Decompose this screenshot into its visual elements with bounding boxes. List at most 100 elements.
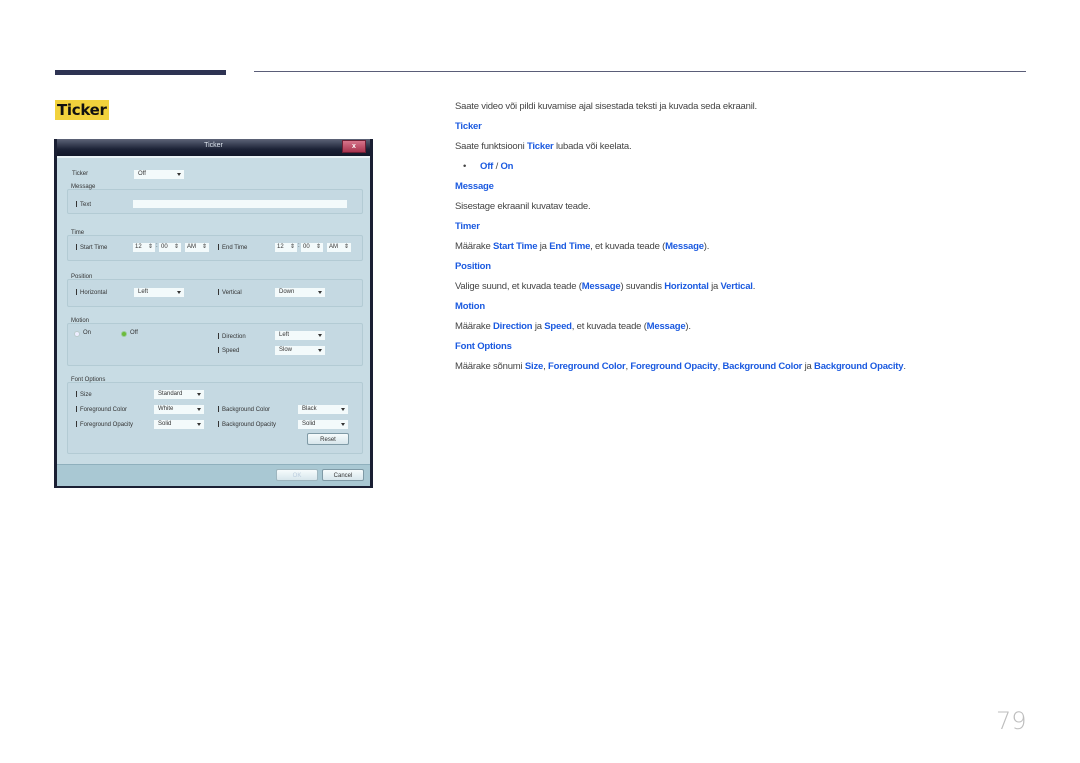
end-minute-spinner[interactable]: 00 ⇕ bbox=[301, 243, 323, 252]
spinner-arrows-icon: ⇕ bbox=[315, 244, 321, 250]
size-select[interactable]: Standard bbox=[154, 390, 204, 399]
end-ampm-spinner[interactable]: AM ⇕ bbox=[327, 243, 351, 252]
chevron-down-icon bbox=[197, 393, 201, 396]
text: Määrake bbox=[455, 241, 494, 252]
ticker-options: Off / On bbox=[480, 161, 513, 172]
heading-ticker: Ticker bbox=[455, 121, 482, 132]
page-number: 79 bbox=[996, 707, 1027, 735]
motion-group-title: Motion bbox=[71, 318, 90, 324]
keyword: Background Color bbox=[722, 361, 803, 372]
keyword: Horizontal bbox=[664, 281, 709, 292]
bg-color-select[interactable]: Black bbox=[298, 405, 348, 414]
end-hour-value: 12 bbox=[277, 244, 284, 250]
text: Saate funktsiooni bbox=[455, 141, 527, 152]
bullet-icon: • bbox=[463, 161, 467, 172]
motion-desc: Määrake Direction ja Speed, et kuvada te… bbox=[455, 321, 691, 332]
spinner-arrows-icon: ⇕ bbox=[173, 244, 179, 250]
text: ). bbox=[703, 241, 710, 252]
dialog-body: Ticker Off Message Text Time Start Time … bbox=[57, 156, 370, 464]
speed-select[interactable]: Slow bbox=[275, 346, 325, 355]
message-group-title: Message bbox=[71, 184, 96, 190]
spinner-arrows-icon: ⇕ bbox=[289, 244, 295, 250]
fg-opacity-label: Foreground Opacity bbox=[76, 421, 133, 428]
keyword: Message bbox=[581, 281, 621, 292]
fg-color-select[interactable]: White bbox=[154, 405, 204, 414]
size-select-value: Standard bbox=[158, 391, 183, 397]
fg-opacity-select[interactable]: Solid bbox=[154, 420, 204, 429]
vertical-select-value: Down bbox=[279, 289, 295, 295]
fg-opacity-select-value: Solid bbox=[158, 421, 172, 427]
keyword: Direction bbox=[493, 321, 533, 332]
speed-label: Speed bbox=[218, 347, 239, 354]
motion-off-radio[interactable] bbox=[121, 331, 127, 337]
start-minute-spinner[interactable]: 00 ⇕ bbox=[159, 243, 181, 252]
text: . bbox=[903, 361, 906, 372]
ticker-label: Ticker bbox=[72, 171, 89, 177]
ok-button[interactable]: OK bbox=[276, 469, 318, 481]
ticker-dialog: Ticker x Ticker Off Message Text Time St… bbox=[54, 139, 373, 488]
time-colon: : bbox=[298, 243, 300, 249]
vertical-select[interactable]: Down bbox=[275, 288, 325, 297]
position-group-title: Position bbox=[71, 274, 93, 280]
start-time-label: Start Time bbox=[76, 244, 107, 251]
bg-opacity-select-value: Solid bbox=[302, 421, 316, 427]
message-desc: Sisestage ekraanil kuvatav teade. bbox=[455, 201, 591, 212]
start-ampm-spinner[interactable]: AM ⇕ bbox=[185, 243, 209, 252]
vertical-label: Vertical bbox=[218, 289, 242, 296]
motion-on-label: On bbox=[83, 330, 92, 336]
spinner-arrows-icon: ⇕ bbox=[201, 244, 207, 250]
chevron-down-icon bbox=[197, 423, 201, 426]
heading-message: Message bbox=[455, 181, 494, 192]
intro-text: Saate video või pildi kuvamise ajal sise… bbox=[455, 101, 757, 112]
end-time-label: End Time bbox=[218, 244, 247, 251]
ticker-select[interactable]: Off bbox=[134, 170, 184, 179]
dialog-titlebar: Ticker x bbox=[57, 139, 370, 156]
reset-button[interactable]: Reset bbox=[307, 433, 349, 445]
size-label: Size bbox=[76, 391, 92, 398]
keyword: Background Opacity bbox=[814, 361, 904, 372]
font-options-group-title: Font Options bbox=[71, 377, 106, 383]
ticker-desc: Saate funktsiooni Ticker lubada või keel… bbox=[455, 141, 632, 152]
text: ja bbox=[532, 321, 545, 332]
keyword: Start Time bbox=[493, 241, 538, 252]
keyword: Off bbox=[480, 161, 494, 172]
header-bar bbox=[55, 70, 226, 75]
bg-opacity-select[interactable]: Solid bbox=[298, 420, 348, 429]
motion-on-radio[interactable] bbox=[74, 331, 80, 337]
end-minute-value: 00 bbox=[303, 244, 310, 250]
time-group-title: Time bbox=[71, 230, 85, 236]
section-title: Ticker bbox=[55, 100, 109, 120]
message-text-input[interactable] bbox=[133, 200, 347, 208]
spinner-arrows-icon: ⇕ bbox=[343, 244, 349, 250]
chevron-down-icon bbox=[177, 291, 181, 294]
text: lubada või keelata. bbox=[553, 141, 632, 152]
heading-position: Position bbox=[455, 261, 491, 272]
horizontal-select[interactable]: Left bbox=[134, 288, 184, 297]
dialog-title: Ticker bbox=[204, 142, 223, 149]
keyword: Foreground Opacity bbox=[630, 361, 718, 372]
heading-timer: Timer bbox=[455, 221, 480, 232]
direction-select[interactable]: Left bbox=[275, 331, 325, 340]
keyword: Foreground Color bbox=[547, 361, 626, 372]
text: ) suvandis bbox=[620, 281, 665, 292]
end-hour-spinner[interactable]: 12 ⇕ bbox=[275, 243, 297, 252]
keyword: On bbox=[500, 161, 514, 172]
text-label: Text bbox=[76, 201, 91, 208]
bg-opacity-label: Background Opacity bbox=[218, 421, 276, 428]
keyword: Size bbox=[524, 361, 544, 372]
dialog-footer: OK Cancel bbox=[57, 464, 370, 486]
fg-color-label: Foreground Color bbox=[76, 406, 127, 413]
close-button[interactable]: x bbox=[342, 140, 366, 153]
text: , et kuvada teade ( bbox=[571, 321, 647, 332]
horizontal-label: Horizontal bbox=[76, 289, 107, 296]
position-desc: Valige suund, et kuvada teade (Message) … bbox=[455, 281, 755, 292]
end-ampm-value: AM bbox=[329, 244, 338, 250]
keyword: Message bbox=[665, 241, 704, 252]
direction-label: Direction bbox=[218, 333, 246, 340]
start-hour-spinner[interactable]: 12 ⇕ bbox=[133, 243, 155, 252]
text: , et kuvada teade ( bbox=[590, 241, 666, 252]
start-hour-value: 12 bbox=[135, 244, 142, 250]
keyword: Speed bbox=[544, 321, 572, 332]
chevron-down-icon bbox=[197, 408, 201, 411]
cancel-button[interactable]: Cancel bbox=[322, 469, 364, 481]
